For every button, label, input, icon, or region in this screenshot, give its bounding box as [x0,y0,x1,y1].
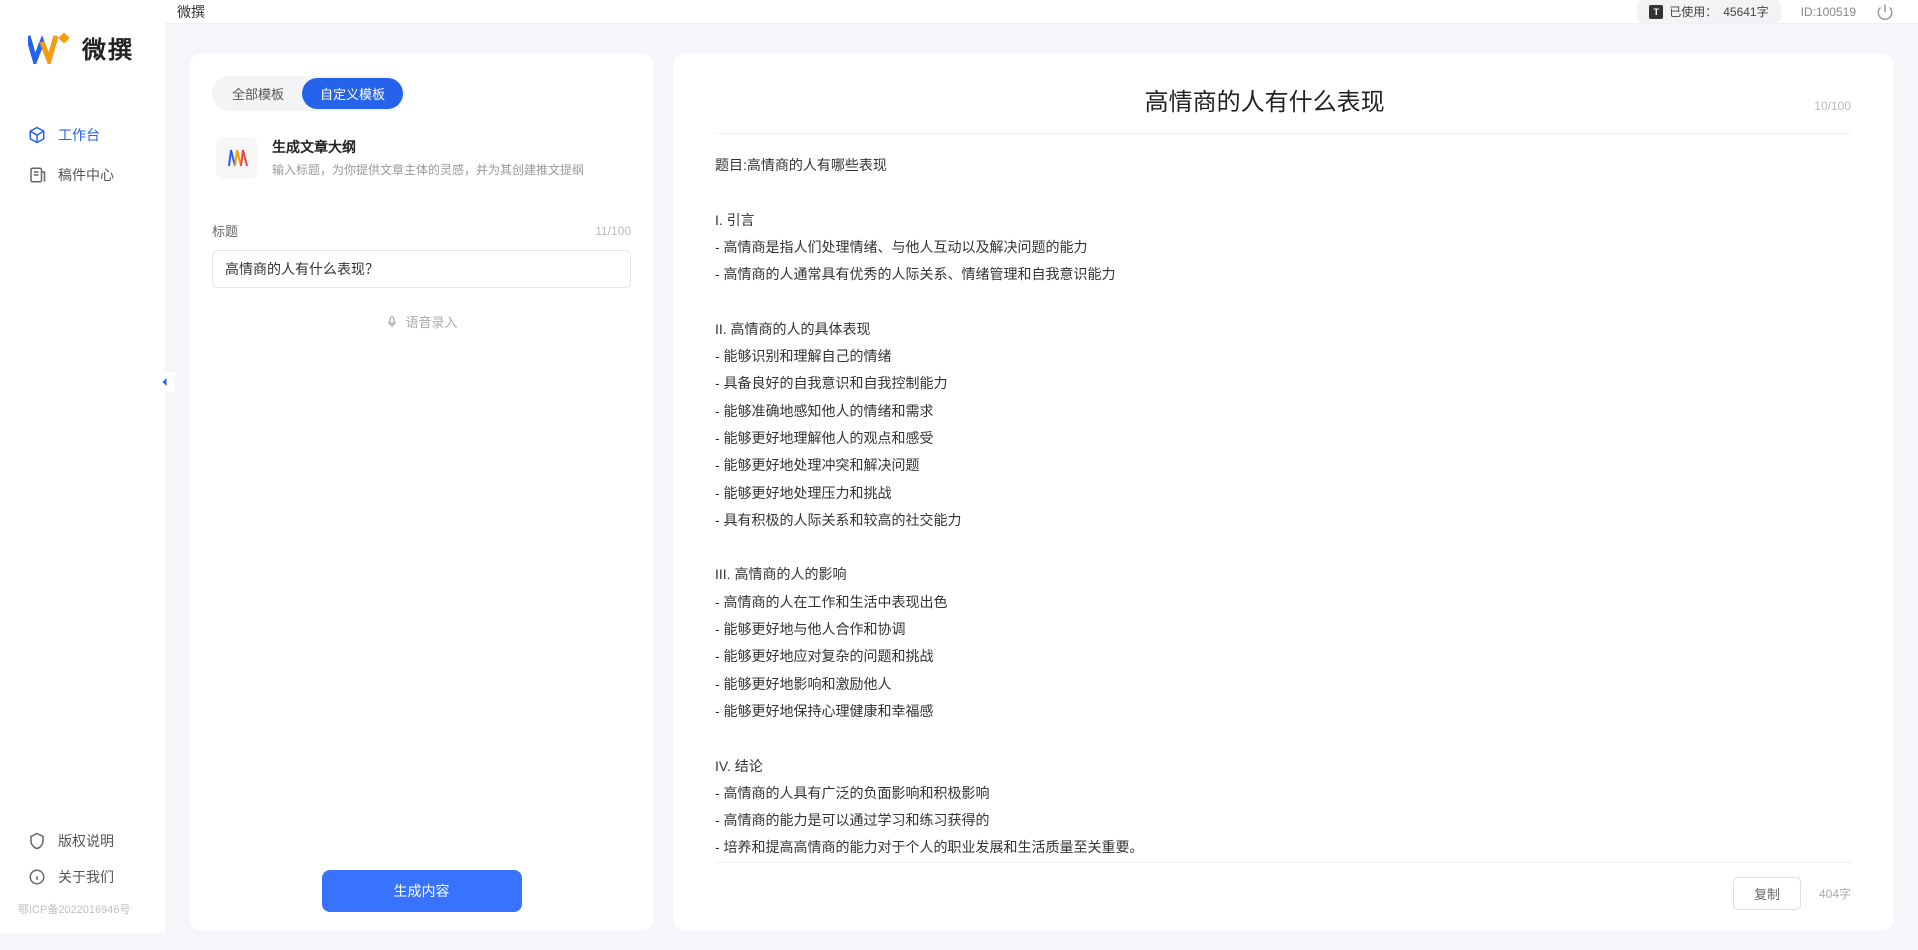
sidebar-item-drafts[interactable]: 稿件中心 [0,155,165,195]
sidebar-item-label: 工作台 [58,125,100,145]
usage-badge[interactable]: T 已使用： 45641字 [1637,0,1780,23]
logo-text: 微撰 [82,30,134,65]
usage-value: 45641字 [1723,3,1768,20]
copy-button[interactable]: 复制 [1733,877,1801,910]
icp-text: 鄂ICP备2022016946号 [0,895,165,917]
sidebar-item-workspace[interactable]: 工作台 [0,115,165,155]
generate-button[interactable]: 生成内容 [322,870,522,912]
power-icon[interactable] [1876,3,1894,21]
output-title-counter: 10/100 [1814,99,1851,113]
shield-icon [28,832,46,850]
sidebar-item-label: 版权说明 [58,831,114,851]
title-input[interactable] [212,250,631,288]
text-icon: T [1649,5,1663,19]
cube-icon [28,126,46,144]
logo-icon [28,32,70,64]
sidebar-item-about[interactable]: 关于我们 [0,859,165,895]
voice-input-button[interactable]: 语音录入 [212,312,631,331]
usage-label: 已使用： [1669,3,1717,20]
content: 全部模板 自定义模板 生成文章大纲 [165,24,1918,950]
input-panel: 全部模板 自定义模板 生成文章大纲 [190,54,653,930]
output-footer: 复制 404字 [715,862,1851,910]
template-tabs: 全部模板 自定义模板 [212,76,405,111]
word-count: 404字 [1819,885,1851,902]
output-title: 高情商的人有什么表现 [715,82,1814,117]
template-card: 生成文章大纲 输入标题，为你提供文章主体的灵感，并为其创建推文提纲 [212,129,631,197]
sidebar-item-label: 稿件中心 [58,165,114,185]
topbar: 微撰 T 已使用： 45641字 ID:100519 [165,0,1918,24]
chevron-left-icon [159,376,171,388]
logo: 微撰 [0,30,165,115]
page-title: 微撰 [177,2,205,22]
sidebar-bottom: 版权说明 关于我们 鄂ICP备2022016946号 [0,823,165,923]
collapse-handle[interactable] [155,372,175,392]
voice-label: 语音录入 [405,312,457,331]
document-icon [28,166,46,184]
title-field-group: 标题 11/100 [212,221,631,288]
sidebar-item-copyright[interactable]: 版权说明 [0,823,165,859]
sidebar: 微撰 工作台 [0,0,165,933]
microphone-icon [385,315,399,329]
main: 微撰 T 已使用： 45641字 ID:100519 全部模板 自 [165,0,1918,933]
output-panel: 高情商的人有什么表现 10/100 题目:高情商的人有哪些表现 I. 引言 - … [673,54,1893,930]
info-icon [28,868,46,886]
nav-list: 工作台 稿件中心 [0,115,165,823]
template-desc: 输入标题，为你提供文章主体的灵感，并为其创建推文提纲 [272,161,627,178]
field-label: 标题 [212,221,238,240]
tab-custom-templates[interactable]: 自定义模板 [302,78,403,109]
sidebar-item-label: 关于我们 [58,867,114,887]
user-id: ID:100519 [1801,5,1856,19]
template-title: 生成文章大纲 [272,137,627,157]
output-body[interactable]: 题目:高情商的人有哪些表现 I. 引言 - 高情商是指人们处理情绪、与他人互动以… [715,152,1851,862]
template-icon [216,137,258,179]
tab-all-templates[interactable]: 全部模板 [214,78,302,109]
field-counter: 11/100 [595,224,631,238]
